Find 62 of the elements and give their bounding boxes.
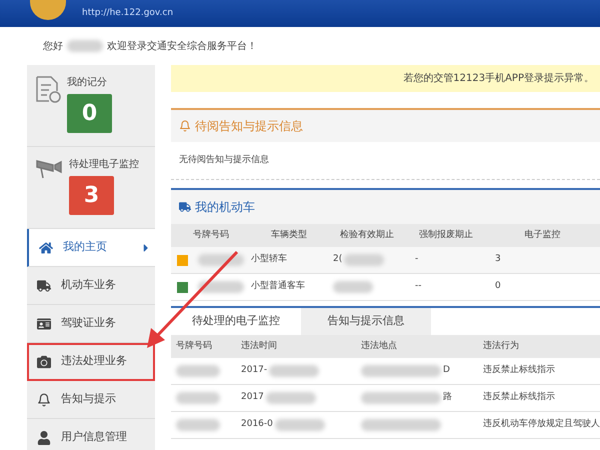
redaction-blur [67,40,103,52]
nav-icon [39,240,53,254]
column-header: 电子监控 [485,224,600,247]
redaction-blur [344,254,384,266]
welcome-text: 欢迎登录交通安全综合服务平台！ [107,40,257,54]
column-header: 号牌号码 [171,224,251,247]
column-header: 强制报废期止 [407,224,485,247]
nav-item[interactable]: 违法处理业务 [27,343,155,381]
nav-item[interactable]: 告知与提示 [27,381,155,419]
redaction-blur [333,281,373,293]
redaction-blur [176,365,220,377]
nav-item[interactable]: 用户信息管理 [27,419,155,450]
redaction-blur [176,392,220,404]
table-cell-text: 2016-0 [241,418,273,432]
nav-icon [37,354,51,368]
table-cell-text: 违反禁止标线指示 [483,364,555,378]
table-cell-text: 违反禁止标线指示 [483,391,555,404]
table-cell-text: 0 [495,280,501,294]
redaction-blur [198,254,244,266]
emblem-icon [30,0,66,20]
table-cell-text: 3 [495,253,501,266]
nav-icon [37,316,51,330]
nav-item[interactable]: 机动车业务 [27,267,155,305]
nav-icon [37,392,51,406]
table-cell-text: - [415,253,418,266]
column-header: 号牌号码 [171,335,236,358]
table-cell-text: 2017 [241,391,264,404]
panel-title: 待阅告知与提示信息 [195,118,303,135]
column-header: 车辆类型 [251,224,327,247]
greeting-text: 您好 [43,40,63,54]
panel-title: 我的机动车 [195,199,255,216]
stat-label: 我的记分 [67,76,108,90]
notice-banner: 若您的交管12123手机APP登录提示异常。 [171,65,600,92]
surveillance-camera-icon [35,157,63,179]
redaction-blur [269,365,320,377]
document-pen-icon [35,75,61,103]
nav-item[interactable]: 我的主页 [27,229,155,267]
truck-icon [179,201,191,213]
table-cell: 小型轿车 [251,247,327,274]
nav-icon [37,278,51,292]
column-header: 违法时间 [236,335,356,358]
stat-count: 3 [69,176,114,215]
column-header: 违法行为 [478,335,600,358]
table-cell-text: 2( [333,253,342,266]
column-header: 检验有效期止 [327,224,407,247]
table-cell-text: -- [415,280,422,294]
stat-count: 0 [67,94,112,133]
redaction-blur [266,392,316,404]
table-cell-text: D [443,364,450,378]
redaction-blur [176,419,220,431]
column-header: 违法地点 [356,335,478,358]
table-cell-text: 违反机动车停放规定且驾驶人 [483,418,600,432]
redaction-blur [274,419,325,431]
redaction-blur [198,281,244,293]
nav-icon [37,430,51,444]
tab[interactable]: 告知与提示信息 [301,308,431,335]
bell-icon [179,120,191,132]
table-cell-text: 路 [443,391,452,404]
table-cell-text: 2017- [241,364,268,378]
site-url: http://he.122.gov.cn [82,6,174,20]
stat-label: 待处理电子监控 [69,158,139,172]
empty-message: 无待阅告知与提示信息 [179,154,269,167]
